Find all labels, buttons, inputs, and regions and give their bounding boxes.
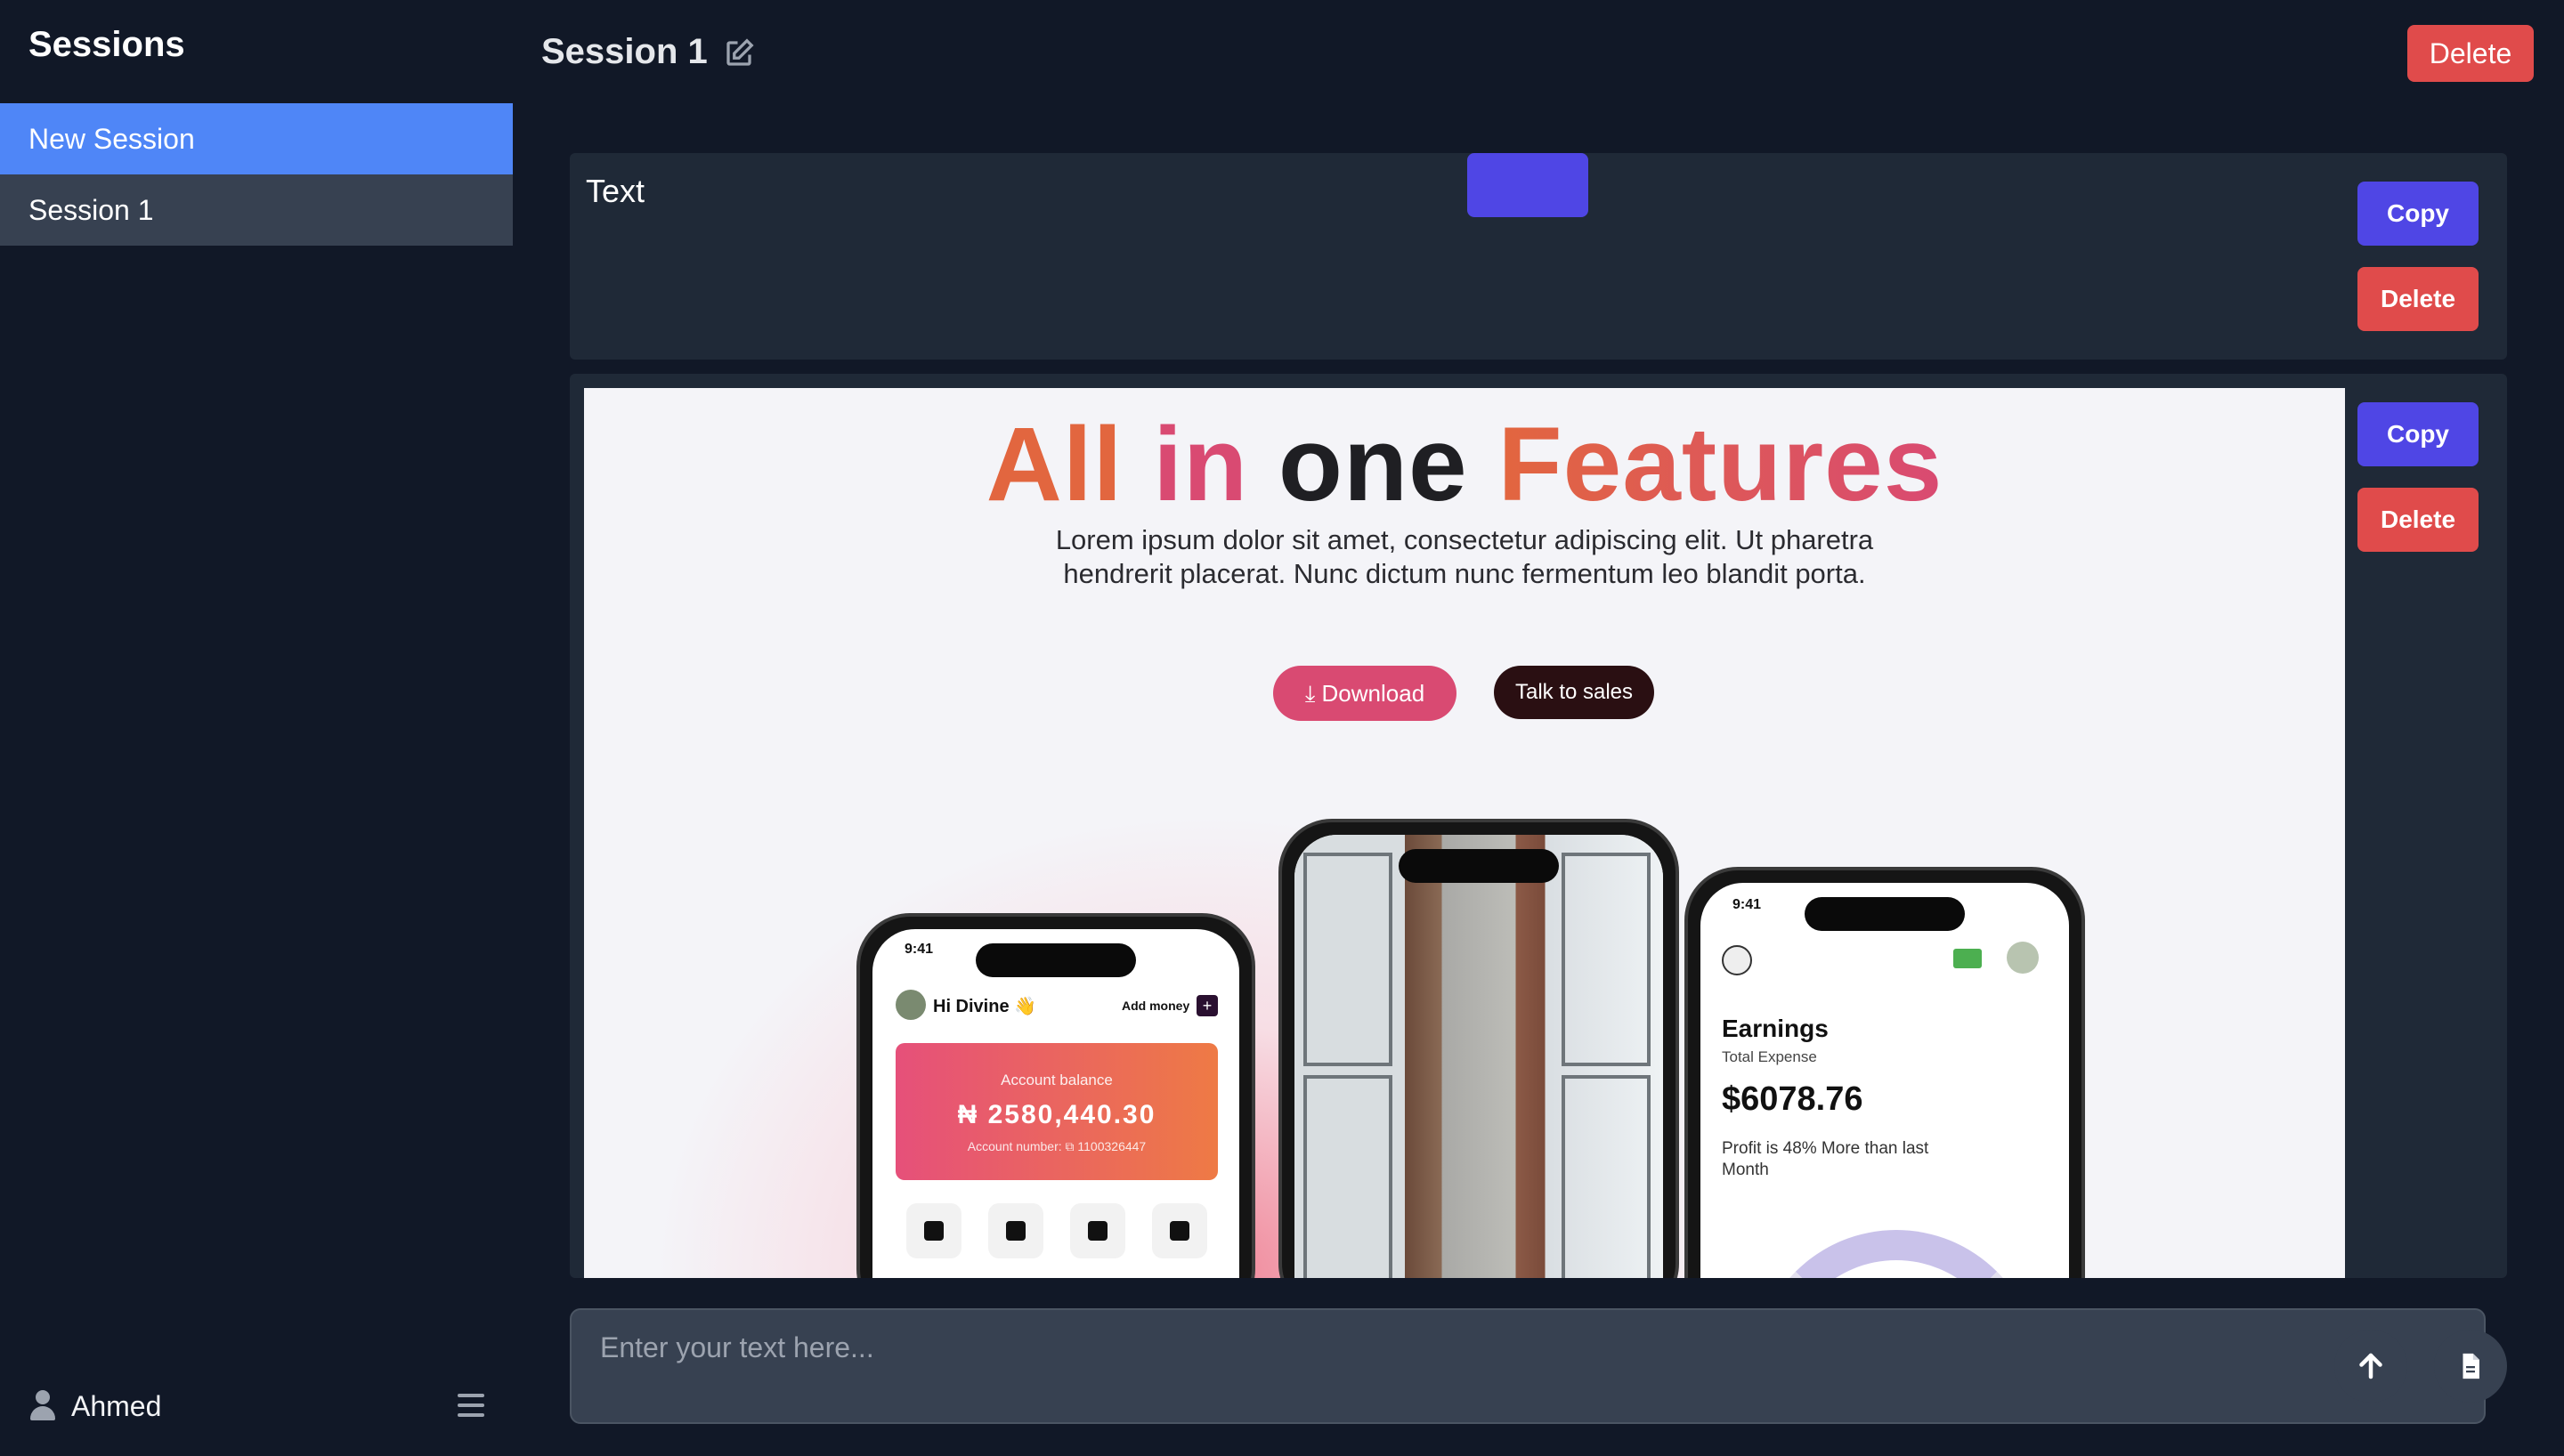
earnings-note-line: Month	[1722, 1161, 1769, 1179]
dynamic-island	[976, 943, 1136, 977]
message-card: Text	[570, 153, 2507, 360]
message-card-image: All in one Features Lorem ipsum dolor si…	[570, 374, 2507, 1278]
copy-button[interactable]: Copy	[2357, 402, 2479, 466]
delete-message-button[interactable]: Delete	[2357, 267, 2479, 331]
attach-file-button[interactable]	[2434, 1330, 2507, 1403]
phone-screen	[1294, 835, 1663, 1278]
copy-button-placeholder	[1467, 153, 1588, 217]
delete-session-button[interactable]: Delete	[2407, 25, 2534, 82]
add-money-text: Add money	[1122, 999, 1190, 1013]
dynamic-island	[1399, 849, 1559, 883]
sidebar-item-session-1[interactable]: Session 1	[0, 174, 513, 246]
session-list: New Session Session 1	[0, 103, 513, 246]
phone-screen: 9:41 Hi Divine 👋 Add money + Account bal…	[872, 929, 1239, 1278]
download-icon: ⤓	[1304, 680, 1322, 707]
preview-download-label: Download	[1321, 680, 1425, 707]
plus-icon: +	[1197, 995, 1218, 1016]
edit-icon[interactable]	[723, 37, 755, 69]
copy-button[interactable]: Copy	[2357, 182, 2479, 246]
preview-sales-button: Talk to sales	[1494, 666, 1654, 719]
preview-hero-title: All in one Features	[584, 404, 2345, 525]
phone-screen: 9:41 Earnings Total Expense $6078.76 Pro…	[1700, 883, 2069, 1278]
preview-title-word: Features	[1497, 406, 1943, 523]
user-icon	[28, 1390, 57, 1422]
message-text: Text	[586, 173, 645, 209]
earnings-amount: $6078.76	[1722, 1080, 1863, 1118]
add-icon	[988, 1203, 1043, 1258]
preview-subtitle: Lorem ipsum dolor sit amet, consectetur …	[584, 523, 2345, 591]
bill-icon	[1070, 1203, 1125, 1258]
avatar	[896, 990, 926, 1020]
search-icon	[1722, 945, 1752, 975]
preview-download-button: ⤓ Download	[1273, 666, 1456, 721]
session-title: Session 1	[541, 32, 708, 71]
phone-time: 9:41	[905, 942, 934, 957]
phone-mockup-right: 9:41 Earnings Total Expense $6078.76 Pro…	[1684, 867, 2085, 1278]
balance-label: Account balance	[1001, 1072, 1113, 1088]
sidebar: Sessions New Session Session 1 Ahmed	[0, 0, 513, 1456]
earnings-note-line: Profit is 48% More than last	[1722, 1139, 1929, 1158]
dynamic-island	[1805, 897, 1965, 931]
image-preview: All in one Features Lorem ipsum dolor si…	[584, 388, 2345, 1278]
preview-subtitle-line: hendrerit placerat. Nunc dictum nunc fer…	[1063, 558, 1866, 589]
preview-title-word: in	[1153, 406, 1249, 523]
user-name: Ahmed	[71, 1389, 162, 1422]
earnings-donut-chart	[1754, 1230, 2039, 1278]
avatar	[2007, 942, 2039, 974]
delete-message-button[interactable]: Delete	[2357, 488, 2479, 552]
phone-time: 9:41	[1732, 897, 1762, 912]
message-input[interactable]	[570, 1308, 2486, 1424]
account-number: Account number: ⧉ 1100326447	[967, 1139, 1147, 1153]
earnings-subtitle: Total Expense	[1722, 1048, 1817, 1065]
earnings-title: Earnings	[1722, 1015, 1829, 1042]
phone-mockup-left: 9:41 Hi Divine 👋 Add money + Account bal…	[856, 913, 1255, 1278]
greeting-text: Hi Divine 👋	[933, 997, 1037, 1016]
user-profile[interactable]: Ahmed	[28, 1385, 484, 1428]
interior-photo	[1294, 835, 1663, 1278]
sidebar-item-new-session[interactable]: New Session	[0, 103, 513, 174]
preview-title-word: one	[1278, 406, 1468, 523]
balance-card: Account balance ₦ 2580,440.30 Account nu…	[896, 1043, 1218, 1180]
preview-title-word: All	[986, 406, 1124, 523]
balance-value: ₦ 2580,440.30	[957, 1100, 1156, 1129]
bag-icon	[1152, 1203, 1207, 1258]
phone-mockup-middle	[1278, 819, 1679, 1278]
send-button[interactable]	[2334, 1330, 2407, 1403]
sidebar-title: Sessions	[28, 25, 185, 64]
send-icon	[906, 1203, 961, 1258]
card-icon	[1953, 949, 1982, 968]
hamburger-menu-icon[interactable]	[458, 1394, 484, 1417]
preview-subtitle-line: Lorem ipsum dolor sit amet, consectetur …	[1055, 524, 1874, 555]
arrow-up-icon	[2359, 1353, 2382, 1379]
file-icon	[2463, 1353, 2479, 1379]
